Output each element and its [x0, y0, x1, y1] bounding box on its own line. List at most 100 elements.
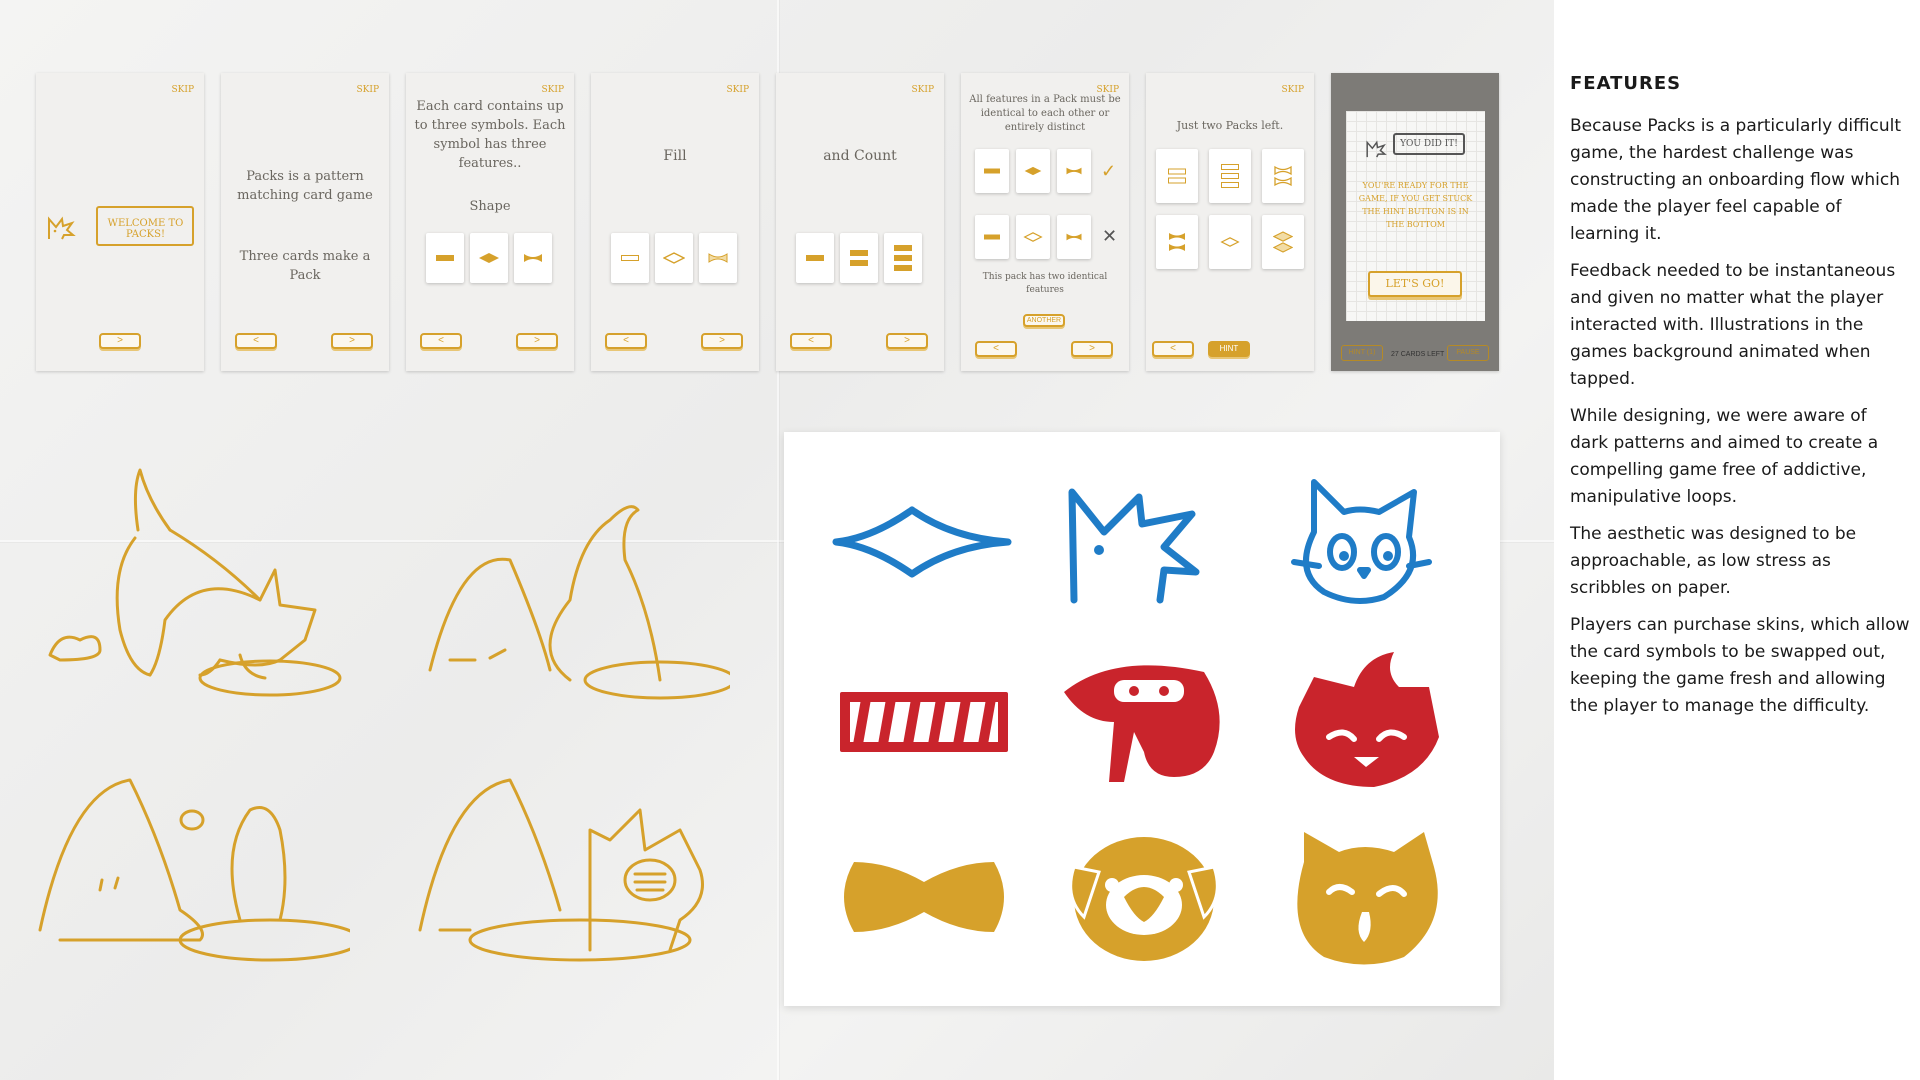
skip-button[interactable]: SKIP — [357, 85, 380, 95]
pack-rule-text: Three cards make a Pack — [239, 249, 371, 283]
two-bars-symbol — [850, 250, 868, 266]
dog-digging-illustration-1 — [48, 468, 342, 697]
card — [699, 233, 737, 283]
another-button[interactable]: ANOTHER — [1023, 314, 1065, 327]
bar-symbol — [984, 234, 1000, 240]
bar-pattern-icon — [840, 692, 1008, 752]
next-button[interactable]: > — [516, 333, 558, 349]
count-text: and Count — [823, 148, 897, 164]
skip-button[interactable]: SKIP — [172, 85, 195, 95]
bowtie-icon — [1169, 233, 1185, 251]
features-paragraph: Players can purchase skins, which allow … — [1570, 615, 1910, 716]
onboarding-screen-fill: SKIP Fill < > — [591, 73, 759, 371]
bowtie-icon — [1066, 167, 1082, 175]
pause-button[interactable]: PAUSE — [1447, 345, 1489, 361]
bar-symbol — [984, 168, 1000, 174]
prev-button[interactable]: < — [790, 333, 832, 349]
skip-button[interactable]: SKIP — [542, 85, 565, 95]
card — [1057, 215, 1091, 259]
complete-dialog: YOU DID IT! YOU'RE READY FOR THE GAME, I… — [1346, 111, 1485, 321]
card — [1156, 149, 1198, 203]
diamond-outline-icon — [1220, 237, 1240, 247]
skip-button[interactable]: SKIP — [1282, 85, 1305, 95]
next-button[interactable]: > — [1071, 341, 1113, 357]
dog-digging-illustration-4 — [418, 778, 704, 962]
prev-button[interactable]: < — [975, 341, 1017, 357]
paper-background: SKIP WELCOME TO PACKS! > SKIP Packs is a… — [0, 0, 1554, 1080]
ready-text: YOU'RE READY FOR THE GAME, IF YOU GET ST… — [1358, 181, 1473, 229]
invalid-cross-icon: ✕ — [1102, 226, 1118, 246]
dog-digging-illustration-3 — [38, 778, 350, 962]
next-button[interactable]: > — [331, 333, 373, 349]
features-paragraph: Because Packs is a particularly difficul… — [1570, 116, 1902, 244]
dog-digging-illustration-2 — [428, 505, 730, 700]
next-button[interactable]: > — [886, 333, 928, 349]
card — [975, 149, 1009, 193]
prev-button[interactable]: < — [420, 333, 462, 349]
valid-check-icon: ✓ — [1101, 161, 1117, 181]
features-paragraph: The aesthetic was designed to be approac… — [1570, 524, 1857, 598]
diamond-icon — [1273, 231, 1293, 253]
lets-go-button[interactable]: LET'S GO! — [1368, 271, 1462, 297]
bowtie-outline-icon — [1274, 165, 1292, 187]
card — [470, 233, 508, 283]
bar-symbol — [806, 255, 824, 261]
fill-text: Fill — [663, 148, 687, 164]
hint-counter-button[interactable]: HINT (1) — [1341, 345, 1383, 361]
cards-left-text: 27 CARDS LEFT — [1391, 351, 1445, 358]
bowtie-icon — [524, 254, 542, 262]
card — [1016, 215, 1050, 259]
hint-button[interactable]: HINT — [1208, 341, 1250, 357]
card — [1262, 215, 1304, 269]
bowtie-icon — [1066, 233, 1082, 241]
diamond-icon — [832, 506, 1012, 578]
card — [884, 233, 922, 283]
diamond-icon — [1024, 166, 1042, 176]
three-bars-symbol — [894, 245, 912, 271]
spiky-cat-icon — [1068, 488, 1200, 604]
card — [1209, 149, 1251, 203]
prev-button[interactable]: < — [605, 333, 647, 349]
shape-label: Shape — [469, 199, 511, 214]
card — [1016, 149, 1050, 193]
onboarding-screen-count: SKIP and Count < > — [776, 73, 944, 371]
onboarding-screen-intro: SKIP Packs is a pattern matching card ga… — [221, 73, 389, 371]
card — [426, 233, 464, 283]
bird-icon — [1064, 665, 1220, 782]
prev-button[interactable]: < — [235, 333, 277, 349]
cat-face-icon — [1291, 479, 1432, 604]
packs-left-text: Just two Packs left. — [1176, 119, 1284, 132]
features-paragraph: Feedback needed to be instantaneous and … — [1570, 261, 1896, 389]
card — [1156, 215, 1198, 269]
skip-button[interactable]: SKIP — [727, 85, 750, 95]
skins-panel — [784, 432, 1500, 1006]
features-panel: FEATURES Because Packs is a particularly… — [1554, 0, 1920, 1080]
rule-text: All features in a Pack must be identical… — [969, 94, 1121, 133]
onboarding-screen-complete: YOU DID IT! YOU'RE READY FOR THE GAME, I… — [1331, 73, 1499, 371]
features-paragraph: While designing, we were aware of dark p… — [1570, 406, 1879, 507]
happy-cat-icon — [1297, 832, 1438, 965]
onboarding-screen-practice: SKIP Just two Packs left. < HINT — [1146, 73, 1314, 371]
onboarding-screen-shape: SKIP Each card contains up to three symb… — [406, 73, 574, 371]
card — [1209, 215, 1251, 269]
prev-button[interactable]: < — [1152, 341, 1194, 357]
onboarding-screen-welcome: SKIP WELCOME TO PACKS! > — [36, 73, 204, 371]
bowtie-icon — [844, 862, 1004, 932]
spiky-cat-icon — [48, 216, 76, 240]
features-heading: FEATURES — [1570, 73, 1682, 94]
symbols-text: Each card contains up to three symbols. … — [414, 99, 566, 171]
card — [1262, 149, 1304, 203]
welcome-text: WELCOME TO PACKS! — [107, 218, 184, 240]
next-button[interactable]: > — [99, 333, 141, 349]
card — [796, 233, 834, 283]
bar-outline-symbol — [621, 255, 639, 261]
card — [975, 215, 1009, 259]
skip-button[interactable]: SKIP — [912, 85, 935, 95]
card — [655, 233, 693, 283]
card — [1057, 149, 1091, 193]
card — [514, 233, 552, 283]
identical-features-text: This pack has two identical features — [982, 272, 1108, 295]
next-button[interactable]: > — [701, 333, 743, 349]
bar-symbol — [436, 255, 454, 261]
diamond-icon — [479, 253, 499, 263]
